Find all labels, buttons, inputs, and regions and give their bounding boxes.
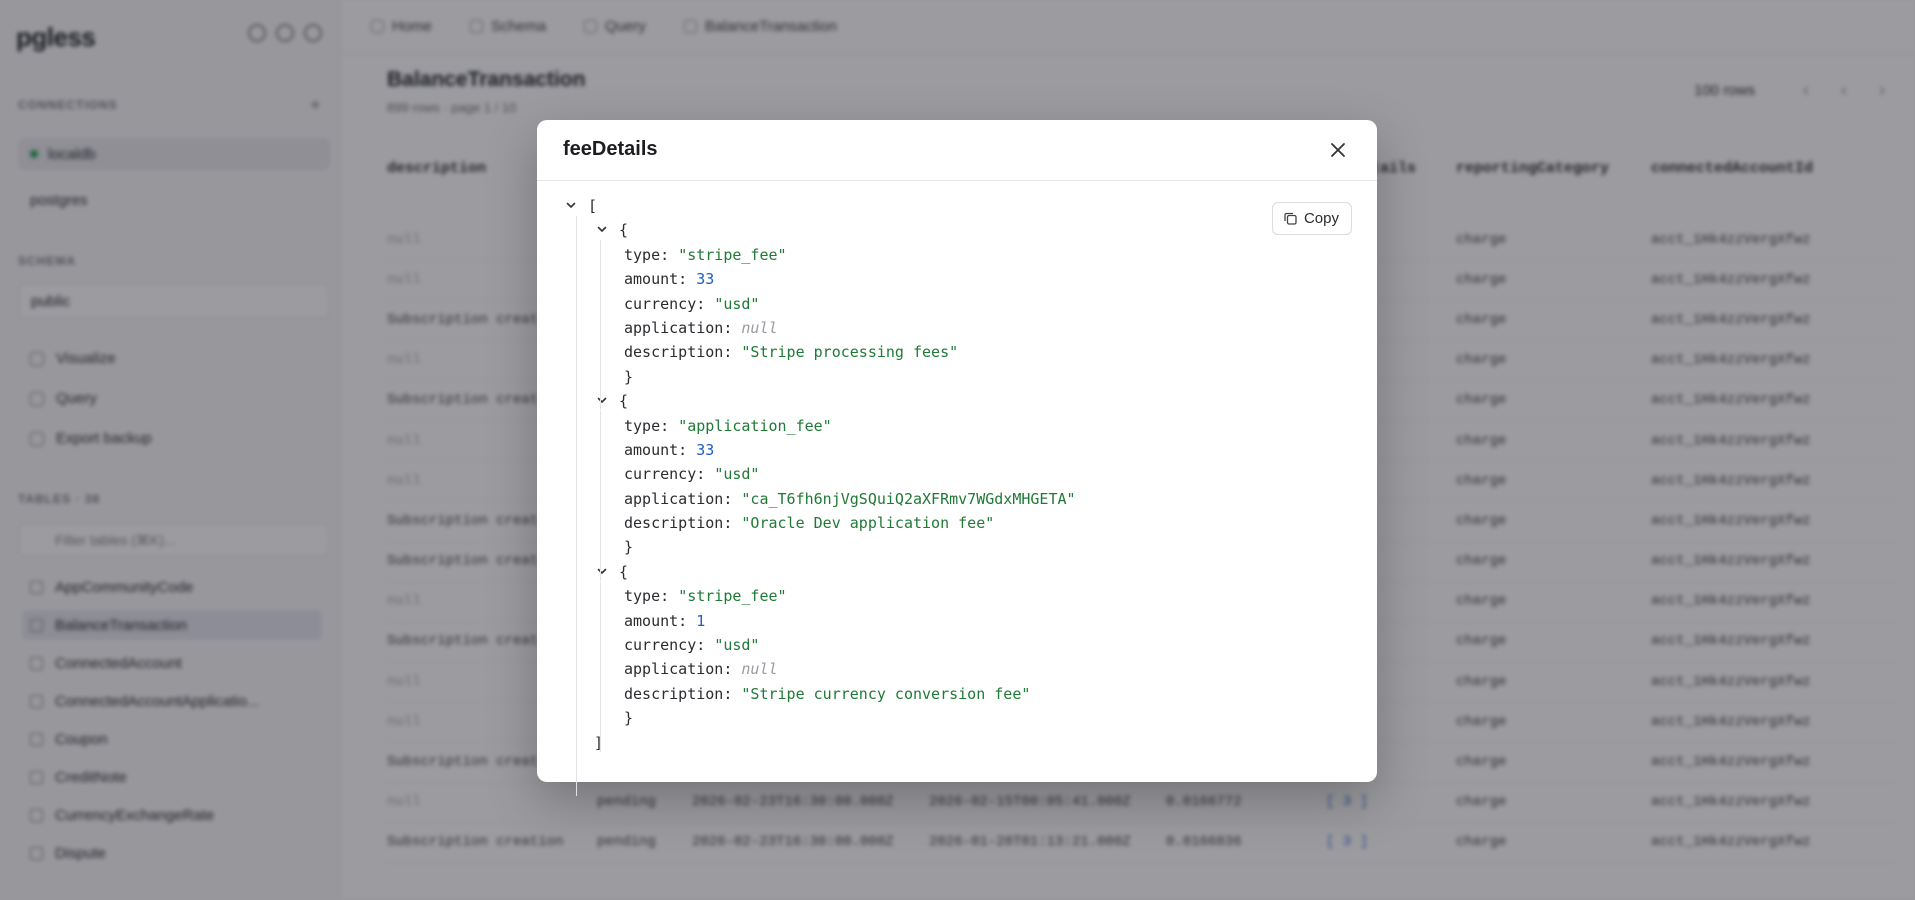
modal-title: feeDetails [563, 138, 658, 160]
json-value[interactable]: "stripe_fee" [678, 243, 786, 267]
close-button[interactable] [1327, 139, 1349, 161]
json-key: currency: [624, 465, 715, 484]
json-key: application: [624, 660, 742, 679]
json-key: currency: [624, 294, 715, 313]
chevron-down-icon[interactable] [563, 194, 579, 218]
json-field: amount: 33 [563, 438, 1076, 462]
copy-label: Copy [1303, 210, 1339, 227]
json-value[interactable]: "application_fee" [678, 414, 832, 438]
json-object-close: } [563, 365, 1076, 389]
json-field: description: "Oracle Dev application fee… [563, 511, 1076, 535]
json-field: currency: "usd" [563, 292, 1076, 316]
json-field: application: null [563, 657, 1076, 681]
indent-guide [600, 411, 601, 581]
json-key: description: [624, 343, 742, 362]
json-value[interactable]: 1 [696, 609, 705, 633]
json-array-open: [ [563, 194, 1076, 218]
json-object-open: { [563, 218, 1076, 242]
json-value[interactable]: 33 [696, 438, 714, 462]
json-object-open: { [563, 560, 1076, 584]
json-field: application: null [563, 316, 1076, 340]
json-object-open: { [563, 389, 1076, 413]
json-key: type: [624, 587, 679, 606]
json-array-close: ] [563, 731, 1076, 755]
json-key: amount: [624, 270, 697, 289]
json-object-close: } [563, 535, 1076, 559]
json-key: type: [624, 416, 679, 435]
json-key: amount: [624, 440, 697, 459]
brace: { [610, 392, 629, 411]
json-field: description: "Stripe currency conversion… [563, 682, 1076, 706]
json-key: description: [624, 684, 742, 703]
close-icon [1331, 143, 1345, 157]
json-tree: [ {type: "stripe_fee" amount: 33 currency:… [563, 194, 1076, 796]
json-value[interactable]: "usd" [714, 292, 759, 316]
json-key: type: [624, 245, 679, 264]
json-value[interactable]: "Stripe processing fees" [741, 340, 958, 364]
json-value[interactable]: "Stripe currency conversion fee" [741, 682, 1030, 706]
json-value[interactable]: "usd" [714, 462, 759, 486]
indent-guide [576, 216, 577, 796]
json-field: currency: "usd" [563, 633, 1076, 657]
chevron-down-icon[interactable] [594, 560, 610, 584]
chevron-down-icon[interactable] [594, 389, 610, 413]
json-value[interactable]: null [741, 316, 777, 340]
brace: } [624, 367, 634, 386]
json-key: currency: [624, 636, 715, 655]
brace: } [624, 538, 634, 557]
json-value[interactable]: "Oracle Dev application fee" [741, 511, 994, 535]
indent-guide [600, 582, 601, 752]
copy-button[interactable]: Copy [1271, 202, 1352, 235]
json-object-close: } [563, 706, 1076, 730]
json-field: type: "stripe_fee" [563, 243, 1076, 267]
json-field: amount: 33 [563, 267, 1076, 291]
json-value[interactable]: "usd" [714, 633, 759, 657]
json-value[interactable]: null [741, 657, 777, 681]
json-key: description: [624, 514, 742, 533]
json-viewer-modal: feeDetails Copy [ {type: "stripe_fee" amo… [537, 120, 1377, 796]
json-key: application: [624, 489, 742, 508]
json-field: currency: "usd" [563, 462, 1076, 486]
json-key: amount: [624, 611, 697, 630]
json-key: application: [624, 318, 742, 337]
brace: { [610, 562, 629, 581]
json-field: application: "ca_T6fh6njVgSQuiQ2aXFRmv7W… [563, 487, 1076, 511]
bracket: ] [594, 733, 604, 752]
indent-guide [600, 240, 601, 410]
modal-header: feeDetails [537, 120, 1377, 181]
json-value[interactable]: "ca_T6fh6njVgSQuiQ2aXFRmv7WGdxMHGETA" [741, 487, 1075, 511]
json-field: type: "application_fee" [563, 414, 1076, 438]
brace: { [610, 221, 629, 240]
json-value[interactable]: 33 [696, 267, 714, 291]
chevron-down-icon[interactable] [594, 218, 610, 242]
json-field: type: "stripe_fee" [563, 584, 1076, 608]
brace: } [624, 709, 634, 728]
json-field: amount: 1 [563, 609, 1076, 633]
copy-icon [1284, 212, 1297, 225]
bracket: [ [579, 197, 598, 215]
json-value[interactable]: "stripe_fee" [678, 584, 786, 608]
json-field: description: "Stripe processing fees" [563, 340, 1076, 364]
